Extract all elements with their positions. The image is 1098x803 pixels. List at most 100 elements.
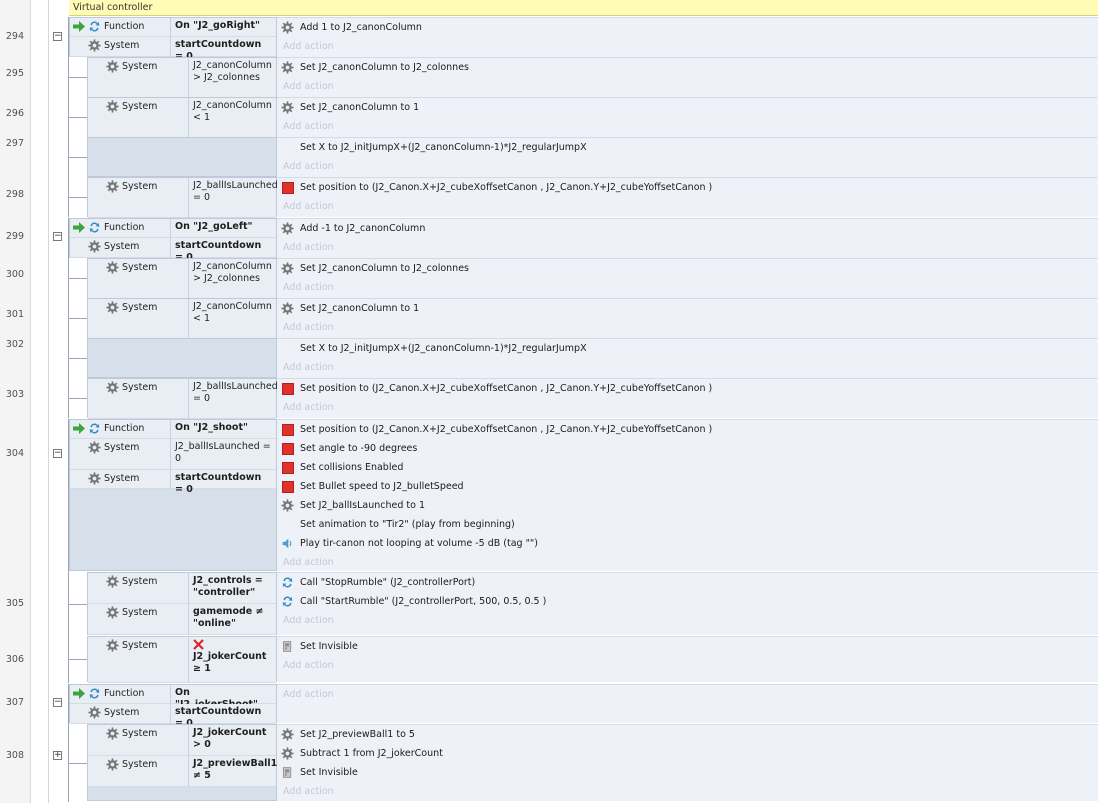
- add-action-link[interactable]: Add action: [277, 37, 1098, 56]
- add-action-link[interactable]: Add action: [277, 318, 1098, 337]
- action-area[interactable]: Add 1 to J2_canonColumn Add action: [277, 17, 1098, 57]
- action-row[interactable]: Call "StopRumble" (J2_controllerPort): [277, 573, 1098, 592]
- condition-row[interactable]: System J2_canonColumn < 1: [88, 98, 276, 138]
- action-row[interactable]: Set J2_canonColumn to 1: [277, 98, 1098, 117]
- condition-block[interactable]: System J2_ballIsLaunched = 0: [87, 378, 278, 419]
- action-area[interactable]: Set position to (J2_Canon.X+J2_cubeXoffs…: [277, 177, 1098, 217]
- action-area[interactable]: Set J2_canonColumn to J2_colonnes Add act…: [277, 57, 1098, 97]
- condition-block[interactable]: [87, 137, 277, 177]
- condition-block[interactable]: Function On "J2_goRight" System startCountd…: [69, 17, 277, 62]
- condition-block[interactable]: Function On "J2_shoot" System J2_ballIsLaun…: [69, 419, 277, 571]
- action-row[interactable]: Set collisions Enabled: [277, 458, 1098, 477]
- condition-block[interactable]: System J2_jokerCount ≥ 1: [87, 636, 277, 683]
- action-row[interactable]: Set X to J2_initJumpX+(J2_canonColumn-1)…: [277, 339, 1098, 358]
- condition-block[interactable]: System J2_canonColumn < 1: [87, 298, 277, 339]
- collapse-toggle[interactable]: −: [53, 449, 62, 458]
- condition-row[interactable]: Function On "J2_jokerShoot": [70, 685, 276, 710]
- condition-row[interactable]: Function On "J2_goRight": [70, 18, 276, 37]
- condition-row[interactable]: Function On "J2_goLeft": [70, 219, 276, 238]
- action-area[interactable]: Set Invisible Add action: [277, 636, 1098, 682]
- add-action-link[interactable]: Add action: [277, 656, 1098, 675]
- condition-row[interactable]: System startCountdown = 0: [70, 704, 276, 729]
- condition-block[interactable]: System J2_canonColumn > J2_colonnes: [87, 258, 277, 299]
- action-area[interactable]: Set X to J2_initJumpX+(J2_canonColumn-1)…: [277, 137, 1098, 177]
- condition-block[interactable]: System J2_jokerCount > 0 System J2_previewB…: [87, 724, 277, 801]
- add-action-link[interactable]: Add action: [277, 398, 1098, 417]
- condition-block[interactable]: [87, 338, 277, 378]
- condition-row[interactable]: System startCountdown = 0: [70, 470, 276, 495]
- condition-block[interactable]: System J2_controls = "controller" System ga…: [87, 572, 277, 635]
- condition-row[interactable]: System J2_controls = "controller": [88, 573, 276, 604]
- line-number: 306: [5, 654, 24, 665]
- object-name: System: [122, 101, 158, 112]
- action-row[interactable]: Add 1 to J2_canonColumn: [277, 18, 1098, 37]
- add-action-link[interactable]: Add action: [277, 278, 1098, 297]
- expand-toggle[interactable]: +: [53, 751, 62, 760]
- action-row[interactable]: Set X to J2_initJumpX+(J2_canonColumn-1)…: [277, 138, 1098, 157]
- collapse-toggle[interactable]: −: [53, 32, 62, 41]
- action-area[interactable]: Set J2_canonColumn to 1 Add action: [277, 97, 1098, 137]
- condition-row[interactable]: System gamemode ≠ "online": [88, 604, 276, 635]
- action-row[interactable]: Call "StartRumble" (J2_controllerPort, 5…: [277, 592, 1098, 611]
- condition-row[interactable]: System J2_ballIsLaunched = 0: [88, 379, 278, 419]
- add-action-link[interactable]: Add action: [277, 611, 1098, 630]
- add-action-link[interactable]: Add action: [277, 238, 1098, 257]
- add-action-link[interactable]: Add action: [277, 553, 1098, 572]
- action-row[interactable]: Set J2_ballIsLaunched to 1: [277, 496, 1098, 515]
- add-action-link[interactable]: Add action: [277, 685, 1098, 704]
- collapse-toggle[interactable]: −: [53, 232, 62, 241]
- condition-row[interactable]: System startCountdown = 0: [70, 37, 276, 62]
- action-row[interactable]: Set J2_canonColumn to J2_colonnes: [277, 259, 1098, 278]
- add-action-link[interactable]: Add action: [277, 157, 1098, 176]
- condition-row[interactable]: System startCountdown = 0: [70, 238, 276, 263]
- condition-row[interactable]: System J2_ballIsLaunched = 0: [70, 439, 276, 470]
- action-row[interactable]: Set J2_canonColumn to 1: [277, 299, 1098, 318]
- action-area[interactable]: Add action: [277, 684, 1098, 723]
- condition-row[interactable]: System J2_previewBall1 ≠ 5: [88, 756, 277, 787]
- action-area[interactable]: Set position to (J2_Canon.X+J2_cubeXoffs…: [277, 419, 1098, 571]
- condition-block[interactable]: System J2_canonColumn > J2_colonnes: [87, 57, 277, 98]
- action-row[interactable]: Set position to (J2_Canon.X+J2_cubeXoffs…: [277, 379, 1098, 398]
- trigger-arrow-icon: [72, 687, 85, 700]
- action-row[interactable]: Set J2_previewBall1 to 5: [277, 725, 1098, 744]
- action-area[interactable]: Set J2_canonColumn to J2_colonnes Add act…: [277, 258, 1098, 298]
- condition-row[interactable]: System J2_canonColumn < 1: [88, 299, 276, 339]
- action-row[interactable]: Set position to (J2_Canon.X+J2_cubeXoffs…: [277, 178, 1098, 197]
- condition-row[interactable]: Function On "J2_shoot": [70, 420, 276, 439]
- action-row[interactable]: Subtract 1 from J2_jokerCount: [277, 744, 1098, 763]
- action-row[interactable]: Add -1 to J2_canonColumn: [277, 219, 1098, 238]
- condition-block[interactable]: System J2_ballIsLaunched = 0: [87, 177, 278, 218]
- condition-row[interactable]: System J2_ballIsLaunched = 0: [88, 178, 278, 218]
- action-area[interactable]: Set J2_previewBall1 to 5 Subtract 1 from …: [277, 724, 1098, 801]
- add-action-link[interactable]: Add action: [277, 117, 1098, 136]
- action-row[interactable]: Set Invisible: [277, 763, 1098, 782]
- condition-block[interactable]: Function On "J2_goLeft" System startCountdo…: [69, 218, 277, 263]
- action-area[interactable]: Add -1 to J2_canonColumn Add action: [277, 218, 1098, 258]
- action-row[interactable]: Set animation to "Tir2" (play from begin…: [277, 515, 1098, 534]
- action-row[interactable]: Set J2_canonColumn to J2_colonnes: [277, 58, 1098, 77]
- condition-block[interactable]: Function On "J2_jokerShoot" System startCou…: [69, 684, 277, 729]
- line-number: 298: [5, 189, 24, 200]
- add-action-link[interactable]: Add action: [277, 197, 1098, 216]
- add-action-link[interactable]: Add action: [277, 782, 1098, 801]
- action-row[interactable]: Set Invisible: [277, 637, 1098, 656]
- action-area[interactable]: Set X to J2_initJumpX+(J2_canonColumn-1)…: [277, 338, 1098, 378]
- add-action-link[interactable]: Add action: [277, 358, 1098, 377]
- condition-row[interactable]: System J2_jokerCount ≥ 1: [88, 637, 276, 683]
- action-area[interactable]: Set position to (J2_Canon.X+J2_cubeXoffs…: [277, 378, 1098, 418]
- condition-row[interactable]: System J2_canonColumn > J2_colonnes: [88, 259, 276, 299]
- condition-row[interactable]: System J2_canonColumn > J2_colonnes: [88, 58, 276, 98]
- condition-object: System: [106, 98, 157, 115]
- condition-row[interactable]: System J2_jokerCount > 0: [88, 725, 276, 756]
- group-header-virtual-controller[interactable]: Virtual controller: [69, 0, 1098, 16]
- condition-block[interactable]: System J2_canonColumn < 1: [87, 97, 277, 138]
- action-row[interactable]: Set Bullet speed to J2_bulletSpeed: [277, 477, 1098, 496]
- condition-text: gamemode ≠ "online": [188, 604, 272, 635]
- action-area[interactable]: Call "StopRumble" (J2_controllerPort) Cal…: [277, 572, 1098, 635]
- action-area[interactable]: Set J2_canonColumn to 1 Add action: [277, 298, 1098, 338]
- action-row[interactable]: Set angle to -90 degrees: [277, 439, 1098, 458]
- add-action-link[interactable]: Add action: [277, 77, 1098, 96]
- action-row[interactable]: Set position to (J2_Canon.X+J2_cubeXoffs…: [277, 420, 1098, 439]
- action-row[interactable]: Play tir-canon not looping at volume -5 …: [277, 534, 1098, 553]
- collapse-toggle[interactable]: −: [53, 698, 62, 707]
